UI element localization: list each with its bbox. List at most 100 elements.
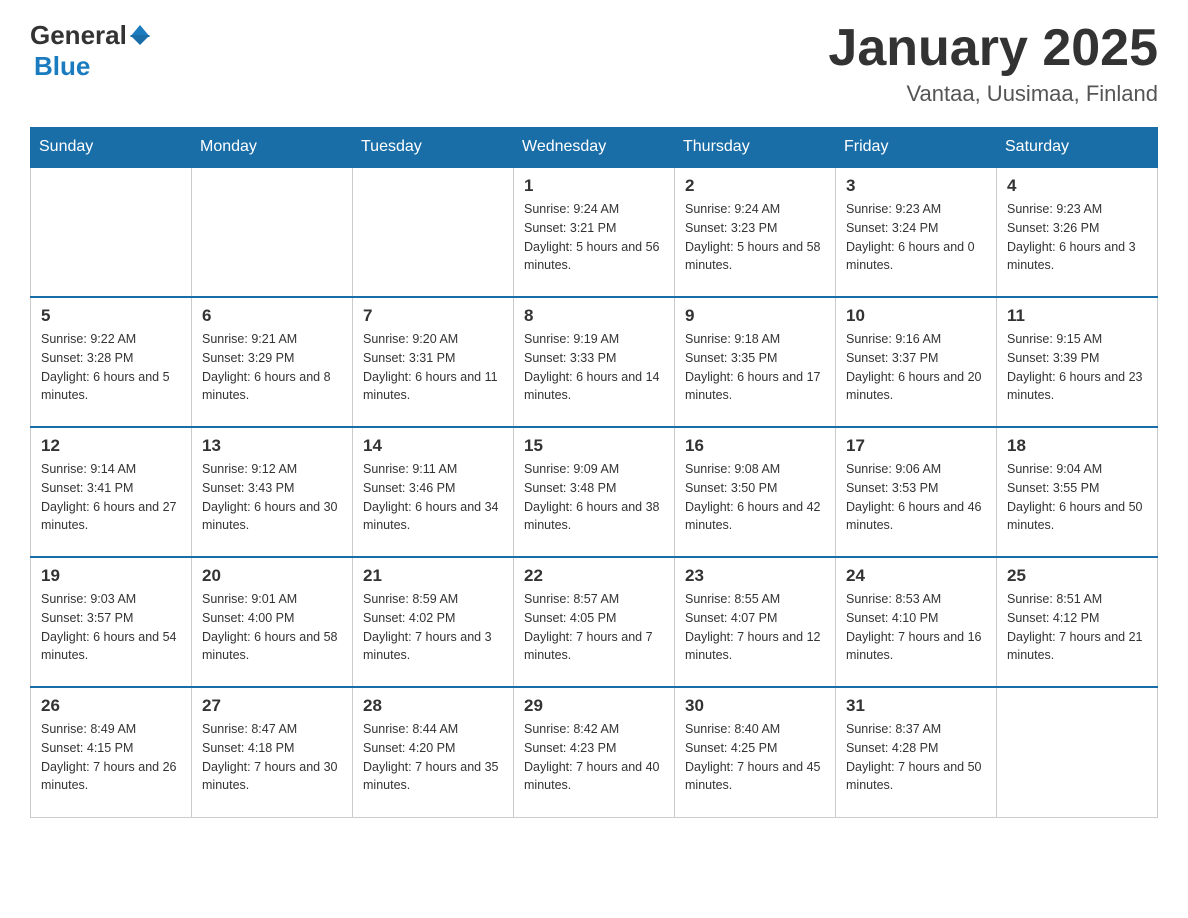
calendar-cell: 5 Sunrise: 9:22 AM Sunset: 3:28 PM Daylig… xyxy=(31,297,192,427)
week-row-2: 5 Sunrise: 9:22 AM Sunset: 3:28 PM Daylig… xyxy=(31,297,1158,427)
day-number: 26 xyxy=(41,696,181,716)
calendar-cell: 17 Sunrise: 9:06 AM Sunset: 3:53 PM Dayli… xyxy=(836,427,997,557)
calendar-cell: 22 Sunrise: 8:57 AM Sunset: 4:05 PM Dayli… xyxy=(514,557,675,687)
day-info: Sunrise: 8:53 AM Sunset: 4:10 PM Dayligh… xyxy=(846,590,986,665)
day-info: Sunrise: 9:16 AM Sunset: 3:37 PM Dayligh… xyxy=(846,330,986,405)
day-number: 25 xyxy=(1007,566,1147,586)
day-number: 13 xyxy=(202,436,342,456)
day-number: 3 xyxy=(846,176,986,196)
calendar-cell: 16Sunrise: 9:08 AM Sunset: 3:50 PM Dayli… xyxy=(675,427,836,557)
day-number: 5 xyxy=(41,306,181,326)
calendar-cell xyxy=(31,167,192,297)
calendar-cell: 8 Sunrise: 9:19 AM Sunset: 3:33 PM Daylig… xyxy=(514,297,675,427)
calendar-cell: 9 Sunrise: 9:18 AM Sunset: 3:35 PM Daylig… xyxy=(675,297,836,427)
calendar-cell: 19 Sunrise: 9:03 AM Sunset: 3:57 PM Dayli… xyxy=(31,557,192,687)
day-info: Sunrise: 9:18 AM Sunset: 3:35 PM Dayligh… xyxy=(685,330,825,405)
weekday-header-thursday: Thursday xyxy=(675,128,836,168)
day-info: Sunrise: 9:23 AM Sunset: 3:26 PM Dayligh… xyxy=(1007,200,1147,275)
day-info: Sunrise: 9:04 AM Sunset: 3:55 PM Dayligh… xyxy=(1007,460,1147,535)
day-info: Sunrise: 8:40 AM Sunset: 4:25 PM Dayligh… xyxy=(685,720,825,795)
calendar-cell: 11 Sunrise: 9:15 AM Sunset: 3:39 PM Dayli… xyxy=(997,297,1158,427)
day-info: Sunrise: 9:24 AM Sunset: 3:21 PM Dayligh… xyxy=(524,200,664,275)
day-info: Sunrise: 9:24 AM Sunset: 3:23 PM Dayligh… xyxy=(685,200,825,275)
day-info: Sunrise: 8:51 AM Sunset: 4:12 PM Dayligh… xyxy=(1007,590,1147,665)
day-info: Sunrise: 9:01 AM Sunset: 4:00 PM Dayligh… xyxy=(202,590,342,665)
day-number: 28 xyxy=(363,696,503,716)
calendar-cell: 2 Sunrise: 9:24 AM Sunset: 3:23 PM Daylig… xyxy=(675,167,836,297)
title-section: January 2025 Vantaa, Uusimaa, Finland xyxy=(828,20,1158,107)
calendar-cell: 28 Sunrise: 8:44 AM Sunset: 4:20 PM Dayli… xyxy=(353,687,514,817)
day-info: Sunrise: 9:21 AM Sunset: 3:29 PM Dayligh… xyxy=(202,330,342,405)
calendar-cell: 25 Sunrise: 8:51 AM Sunset: 4:12 PM Dayli… xyxy=(997,557,1158,687)
day-number: 30 xyxy=(685,696,825,716)
day-info: Sunrise: 9:14 AM Sunset: 3:41 PM Dayligh… xyxy=(41,460,181,535)
day-number: 29 xyxy=(524,696,664,716)
day-info: Sunrise: 9:09 AM Sunset: 3:48 PM Dayligh… xyxy=(524,460,664,535)
calendar-table: SundayMondayTuesdayWednesdayThursdayFrid… xyxy=(30,127,1158,818)
day-number: 9 xyxy=(685,306,825,326)
calendar-cell xyxy=(353,167,514,297)
weekday-header-wednesday: Wednesday xyxy=(514,128,675,168)
calendar-cell: 14 Sunrise: 9:11 AM Sunset: 3:46 PM Dayli… xyxy=(353,427,514,557)
day-number: 15 xyxy=(524,436,664,456)
day-info: Sunrise: 8:47 AM Sunset: 4:18 PM Dayligh… xyxy=(202,720,342,795)
page-header: General Blue January 2025 Vantaa, Uusima… xyxy=(30,20,1158,107)
day-number: 18 xyxy=(1007,436,1147,456)
calendar-title: January 2025 xyxy=(828,20,1158,77)
day-info: Sunrise: 9:06 AM Sunset: 3:53 PM Dayligh… xyxy=(846,460,986,535)
weekday-header-sunday: Sunday xyxy=(31,128,192,168)
calendar-cell: 21Sunrise: 8:59 AM Sunset: 4:02 PM Dayli… xyxy=(353,557,514,687)
day-number: 8 xyxy=(524,306,664,326)
logo: General Blue xyxy=(30,20,150,82)
day-info: Sunrise: 8:59 AM Sunset: 4:02 PM Dayligh… xyxy=(363,590,503,665)
day-info: Sunrise: 9:15 AM Sunset: 3:39 PM Dayligh… xyxy=(1007,330,1147,405)
weekday-header-tuesday: Tuesday xyxy=(353,128,514,168)
day-number: 7 xyxy=(363,306,503,326)
day-number: 12 xyxy=(41,436,181,456)
day-info: Sunrise: 8:42 AM Sunset: 4:23 PM Dayligh… xyxy=(524,720,664,795)
calendar-cell: 7Sunrise: 9:20 AM Sunset: 3:31 PM Daylig… xyxy=(353,297,514,427)
calendar-cell: 31Sunrise: 8:37 AM Sunset: 4:28 PM Dayli… xyxy=(836,687,997,817)
day-info: Sunrise: 8:57 AM Sunset: 4:05 PM Dayligh… xyxy=(524,590,664,665)
calendar-cell xyxy=(192,167,353,297)
day-number: 17 xyxy=(846,436,986,456)
day-number: 14 xyxy=(363,436,503,456)
day-info: Sunrise: 9:03 AM Sunset: 3:57 PM Dayligh… xyxy=(41,590,181,665)
day-info: Sunrise: 9:08 AM Sunset: 3:50 PM Dayligh… xyxy=(685,460,825,535)
calendar-cell: 18 Sunrise: 9:04 AM Sunset: 3:55 PM Dayli… xyxy=(997,427,1158,557)
day-info: Sunrise: 8:49 AM Sunset: 4:15 PM Dayligh… xyxy=(41,720,181,795)
day-info: Sunrise: 9:12 AM Sunset: 3:43 PM Dayligh… xyxy=(202,460,342,535)
day-info: Sunrise: 8:37 AM Sunset: 4:28 PM Dayligh… xyxy=(846,720,986,795)
weekday-header-saturday: Saturday xyxy=(997,128,1158,168)
week-row-4: 19 Sunrise: 9:03 AM Sunset: 3:57 PM Dayli… xyxy=(31,557,1158,687)
calendar-header: SundayMondayTuesdayWednesdayThursdayFrid… xyxy=(31,128,1158,168)
calendar-cell: 24Sunrise: 8:53 AM Sunset: 4:10 PM Dayli… xyxy=(836,557,997,687)
day-number: 20 xyxy=(202,566,342,586)
day-info: Sunrise: 9:11 AM Sunset: 3:46 PM Dayligh… xyxy=(363,460,503,535)
day-info: Sunrise: 8:44 AM Sunset: 4:20 PM Dayligh… xyxy=(363,720,503,795)
logo-text-blue: Blue xyxy=(34,51,90,82)
calendar-cell: 6 Sunrise: 9:21 AM Sunset: 3:29 PM Daylig… xyxy=(192,297,353,427)
week-row-3: 12 Sunrise: 9:14 AM Sunset: 3:41 PM Dayli… xyxy=(31,427,1158,557)
calendar-body: 1Sunrise: 9:24 AM Sunset: 3:21 PM Daylig… xyxy=(31,167,1158,817)
calendar-cell: 13 Sunrise: 9:12 AM Sunset: 3:43 PM Dayli… xyxy=(192,427,353,557)
calendar-cell xyxy=(997,687,1158,817)
day-number: 6 xyxy=(202,306,342,326)
day-number: 11 xyxy=(1007,306,1147,326)
day-info: Sunrise: 9:22 AM Sunset: 3:28 PM Dayligh… xyxy=(41,330,181,405)
calendar-cell: 26 Sunrise: 8:49 AM Sunset: 4:15 PM Dayli… xyxy=(31,687,192,817)
calendar-cell: 27Sunrise: 8:47 AM Sunset: 4:18 PM Dayli… xyxy=(192,687,353,817)
day-number: 2 xyxy=(685,176,825,196)
day-number: 4 xyxy=(1007,176,1147,196)
calendar-cell: 10Sunrise: 9:16 AM Sunset: 3:37 PM Dayli… xyxy=(836,297,997,427)
week-row-5: 26 Sunrise: 8:49 AM Sunset: 4:15 PM Dayli… xyxy=(31,687,1158,817)
calendar-cell: 4 Sunrise: 9:23 AM Sunset: 3:26 PM Daylig… xyxy=(997,167,1158,297)
weekday-header-monday: Monday xyxy=(192,128,353,168)
calendar-cell: 20 Sunrise: 9:01 AM Sunset: 4:00 PM Dayli… xyxy=(192,557,353,687)
calendar-cell: 30 Sunrise: 8:40 AM Sunset: 4:25 PM Dayli… xyxy=(675,687,836,817)
weekday-row: SundayMondayTuesdayWednesdayThursdayFrid… xyxy=(31,128,1158,168)
day-number: 23 xyxy=(685,566,825,586)
day-info: Sunrise: 9:19 AM Sunset: 3:33 PM Dayligh… xyxy=(524,330,664,405)
day-number: 22 xyxy=(524,566,664,586)
day-number: 19 xyxy=(41,566,181,586)
